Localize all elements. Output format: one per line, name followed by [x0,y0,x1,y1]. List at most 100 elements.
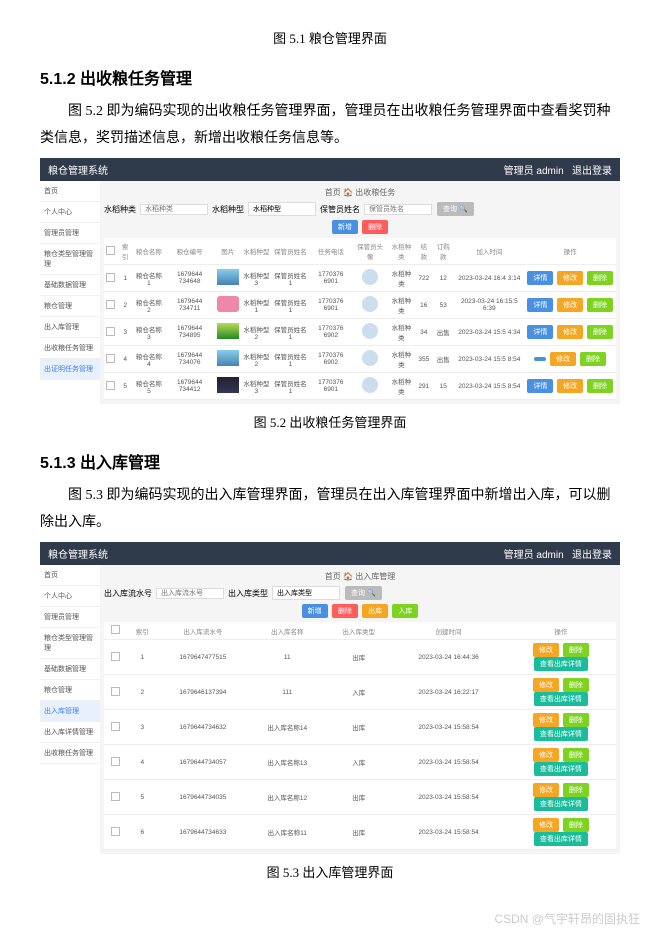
delete-button[interactable]: 删除 [563,713,589,727]
checkbox[interactable] [106,354,115,363]
checkbox-all[interactable] [106,246,115,255]
cell-code: 1679644734057 [157,745,248,780]
select-type[interactable]: 水稻种型 [248,202,316,216]
edit-button[interactable]: 修改 [550,352,576,366]
delete-button[interactable]: 删除 [563,783,589,797]
breadcrumb: 首页 🏠 出入库管理 [104,569,616,586]
cell-idx: 5 [117,373,133,400]
checkbox[interactable] [106,273,115,282]
cell-idx: 4 [117,346,133,373]
new-button[interactable]: 新增 [302,604,328,618]
sidebar-item[interactable]: 出收粮任务管理 [40,743,100,764]
sidebar-item[interactable]: 管理员管理 [40,607,100,628]
row-thumb [217,377,239,393]
checkbox[interactable] [111,722,120,731]
edit-button[interactable]: 修改 [533,783,559,797]
edit-button[interactable]: 修改 [533,643,559,657]
edit-button[interactable]: 修改 [533,713,559,727]
search-input-1[interactable] [140,204,208,215]
detail-button[interactable]: 详情 [527,379,553,393]
checkbox[interactable] [111,792,120,801]
edit-button[interactable]: 修改 [557,271,583,285]
select-type[interactable]: 出入库类型 [272,586,340,600]
checkbox[interactable] [106,327,115,336]
edit-button[interactable]: 修改 [533,678,559,692]
sidebar-item[interactable]: 出入库详情管理 [40,722,100,743]
user-label: 管理员 admin [504,550,564,561]
out-button[interactable]: 出库 [362,604,388,618]
delete-button[interactable]: 删除 [587,271,613,285]
sidebar-item[interactable]: 粮仓管理 [40,680,100,701]
delete-button[interactable]: 删除 [362,220,388,234]
search-input-code[interactable] [156,588,224,599]
delete-button[interactable]: 删除 [587,298,613,312]
th: 保管员姓名 [272,238,309,265]
checkbox-all[interactable] [111,625,120,634]
sidebar-item[interactable]: 粮仓管理 [40,296,100,317]
logout-link[interactable]: 退出登录 [572,550,612,561]
sidebar-item[interactable]: 粮仓类型管理管理 [40,628,100,659]
view-detail-button[interactable]: 查看出库详情 [534,832,588,846]
sidebar-item[interactable]: 出入库管理 [40,317,100,338]
delete-button[interactable]: 删除 [563,748,589,762]
detail-button[interactable] [534,357,546,361]
sidebar-item[interactable]: 粮仓类型管理管理 [40,244,100,275]
checkbox[interactable] [111,652,120,661]
delete-button[interactable]: 删除 [563,678,589,692]
search-button[interactable]: 查询 🔍 [437,202,474,216]
home-icon: 🏠 [343,572,353,581]
cell-keeper: 保管员姓名1 [272,265,309,292]
new-button[interactable]: 新增 [332,220,358,234]
delete-button[interactable]: 删除 [332,604,358,618]
cell-time: 2023-03-24 16:4 3:14 [454,265,524,292]
delete-button[interactable]: 删除 [587,325,613,339]
logout-link[interactable]: 退出登录 [572,166,612,177]
screenshot-53: 粮仓管理系统 管理员 admin 退出登录 首页 个人中心 管理员管理 粮仓类型… [40,542,620,854]
avatar [362,377,378,393]
in-button[interactable]: 入库 [392,604,418,618]
breadcrumb-home[interactable]: 首页 [325,188,341,197]
sidebar-item[interactable]: 首页 [40,181,100,202]
checkbox[interactable] [111,687,120,696]
sidebar-item[interactable]: 个人中心 [40,202,100,223]
checkbox[interactable] [111,757,120,766]
view-detail-button[interactable]: 查看出库详情 [534,692,588,706]
edit-button[interactable]: 修改 [557,298,583,312]
cell-time: 2023-03-24 15:58:54 [391,815,506,850]
delete-button[interactable]: 删除 [580,352,606,366]
view-detail-button[interactable]: 查看出库详情 [534,797,588,811]
searchbar: 出入库流水号 出入库类型 出入库类型 查询 🔍 [104,586,616,600]
delete-button[interactable]: 删除 [563,818,589,832]
search-input-2[interactable] [364,204,432,215]
sidebar-item[interactable]: 基础数据管理 [40,659,100,680]
sidebar-item-active[interactable]: 出入库管理 [40,701,100,722]
edit-button[interactable]: 修改 [533,818,559,832]
detail-button[interactable]: 详情 [527,271,553,285]
cell-idx: 3 [127,710,157,745]
sidebar-item[interactable]: 首页 [40,565,100,586]
breadcrumb-home[interactable]: 首页 [325,572,341,581]
search-button[interactable]: 查询 🔍 [345,586,382,600]
detail-button[interactable]: 详情 [527,325,553,339]
edit-button[interactable]: 修改 [557,379,583,393]
edit-button[interactable]: 修改 [557,325,583,339]
detail-button[interactable]: 详情 [527,298,553,312]
delete-button[interactable]: 删除 [587,379,613,393]
inout-table: 索引 出入库流水号 出入库名称 出入库类型 创建时间 操作 1 16796474… [104,622,616,850]
sidebar-item[interactable]: 个人中心 [40,586,100,607]
sidebar-item[interactable]: 出收粮任务管理 [40,338,100,359]
view-detail-button[interactable]: 查看出库详情 [534,762,588,776]
view-detail-button[interactable]: 查看出库详情 [534,657,588,671]
sidebar-item-active[interactable]: 出证明任务管理 [40,359,100,380]
cell-a: 291 [415,373,432,400]
cell-name: 粮仓名称5 [133,373,164,400]
edit-button[interactable]: 修改 [533,748,559,762]
checkbox[interactable] [106,300,115,309]
sidebar-item[interactable]: 基础数据管理 [40,275,100,296]
sidebar-item[interactable]: 管理员管理 [40,223,100,244]
view-detail-button[interactable]: 查看出库详情 [534,727,588,741]
avatar [362,269,378,285]
checkbox[interactable] [106,381,115,390]
checkbox[interactable] [111,827,120,836]
delete-button[interactable]: 删除 [563,643,589,657]
